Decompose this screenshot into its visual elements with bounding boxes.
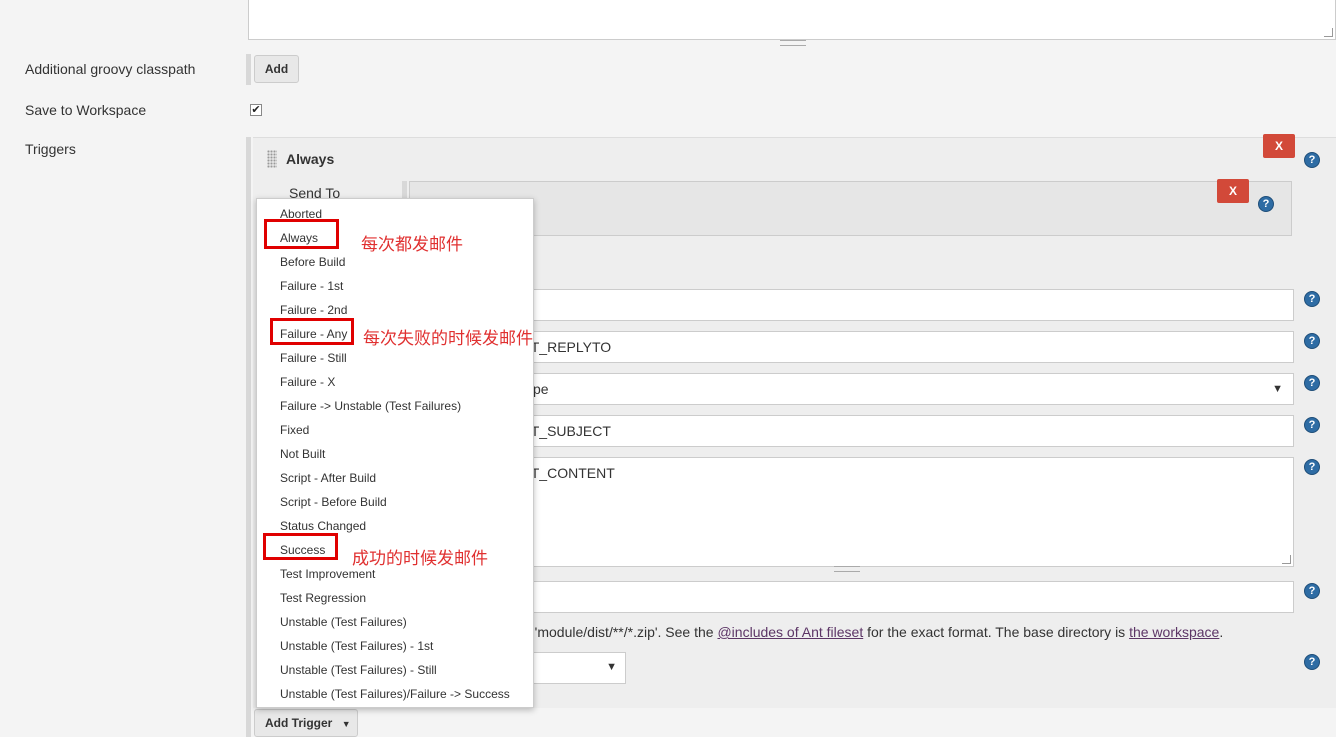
content-value: LT_CONTENT bbox=[524, 465, 615, 481]
menu-item-script-before-build[interactable]: Script - Before Build bbox=[280, 495, 387, 509]
menu-item-unstable-1st[interactable]: Unstable (Test Failures) - 1st bbox=[280, 639, 433, 653]
add-trigger-button[interactable]: Add Trigger ▼ bbox=[254, 709, 358, 737]
save-to-workspace-checkbox[interactable]: ✔ bbox=[250, 104, 262, 116]
reply-to-value: LT_REPLYTO bbox=[524, 339, 612, 355]
content-type-value: pe bbox=[533, 381, 549, 397]
content-type-select[interactable]: pe ▼ bbox=[520, 373, 1294, 405]
workspace-link[interactable]: the workspace bbox=[1129, 624, 1219, 640]
add-trigger-label: Add Trigger bbox=[265, 716, 333, 730]
save-to-workspace-label: Save to Workspace bbox=[25, 102, 147, 118]
send-to-recipient-panel bbox=[409, 181, 1292, 236]
menu-item-unstable-still[interactable]: Unstable (Test Failures) - Still bbox=[280, 663, 437, 677]
help-icon[interactable]: ? bbox=[1304, 152, 1320, 168]
additional-groovy-classpath-label: Additional groovy classpath bbox=[25, 61, 196, 77]
annotation-failure-any: 每次失败的时候发邮件 bbox=[363, 329, 533, 349]
menu-item-unstable-failure-success[interactable]: Unstable (Test Failures)/Failure -> Succ… bbox=[280, 687, 510, 701]
section-indicator-bar bbox=[246, 54, 251, 85]
textarea-drag-grip[interactable] bbox=[834, 566, 860, 572]
help-icon[interactable]: ? bbox=[1304, 333, 1320, 349]
attachments-help-text: e 'module/dist/**/*.zip'. See the @inclu… bbox=[523, 624, 1223, 640]
menu-item-fixed[interactable]: Fixed bbox=[280, 423, 309, 437]
annotation-success: 成功的时候发邮件 bbox=[352, 549, 488, 569]
menu-item-failure-still[interactable]: Failure - Still bbox=[280, 351, 347, 365]
highlight-box-always bbox=[264, 219, 339, 249]
drag-handle-icon[interactable] bbox=[267, 150, 277, 168]
menu-item-test-regression[interactable]: Test Regression bbox=[280, 591, 366, 605]
content-textarea[interactable]: LT_CONTENT bbox=[520, 457, 1294, 567]
trigger-title: Always bbox=[286, 151, 335, 167]
highlight-box-failure-any bbox=[270, 318, 354, 345]
chevron-down-icon: ▼ bbox=[606, 661, 617, 673]
menu-item-not-built[interactable]: Not Built bbox=[280, 447, 325, 461]
help-icon[interactable]: ? bbox=[1304, 583, 1320, 599]
subject-value: LT_SUBJECT bbox=[524, 423, 611, 439]
subject-input[interactable]: LT_SUBJECT bbox=[520, 415, 1294, 447]
attach-build-log-select[interactable]: ▼ bbox=[520, 652, 626, 684]
attachments-input[interactable] bbox=[520, 581, 1294, 613]
trigger-dropdown-menu: Aborted Always Before Build Failure - 1s… bbox=[256, 198, 534, 708]
triggers-label: Triggers bbox=[25, 141, 76, 157]
help-icon[interactable]: ? bbox=[1304, 654, 1320, 670]
recipient-list-input[interactable] bbox=[520, 289, 1294, 321]
groovy-script-textarea[interactable] bbox=[248, 0, 1336, 40]
highlight-box-success bbox=[263, 533, 338, 560]
menu-item-status-changed[interactable]: Status Changed bbox=[280, 519, 366, 533]
help-text-middle: for the exact format. The base directory… bbox=[863, 624, 1130, 640]
remove-trigger-button[interactable]: X bbox=[1263, 134, 1295, 158]
help-icon[interactable]: ? bbox=[1304, 459, 1320, 475]
help-icon[interactable]: ? bbox=[1304, 375, 1320, 391]
ant-fileset-link[interactable]: @includes of Ant fileset bbox=[717, 624, 863, 640]
resize-handle-icon[interactable] bbox=[1282, 555, 1291, 564]
menu-item-test-improvement[interactable]: Test Improvement bbox=[280, 567, 375, 581]
menu-item-failure-unstable[interactable]: Failure -> Unstable (Test Failures) bbox=[280, 399, 461, 413]
annotation-always: 每次都发邮件 bbox=[361, 235, 463, 255]
add-classpath-button[interactable]: Add bbox=[254, 55, 299, 83]
menu-item-before-build[interactable]: Before Build bbox=[280, 255, 345, 269]
help-icon[interactable]: ? bbox=[1258, 196, 1274, 212]
help-icon[interactable]: ? bbox=[1304, 417, 1320, 433]
section-indicator-bar bbox=[246, 137, 251, 737]
help-text-suffix: . bbox=[1219, 624, 1224, 640]
remove-recipient-button[interactable]: X bbox=[1217, 179, 1249, 203]
chevron-down-icon: ▼ bbox=[1272, 383, 1283, 395]
menu-item-unstable[interactable]: Unstable (Test Failures) bbox=[280, 615, 407, 629]
menu-item-failure-2nd[interactable]: Failure - 2nd bbox=[280, 303, 347, 317]
menu-item-failure-x[interactable]: Failure - X bbox=[280, 375, 335, 389]
help-icon[interactable]: ? bbox=[1304, 291, 1320, 307]
menu-item-failure-1st[interactable]: Failure - 1st bbox=[280, 279, 343, 293]
reply-to-input[interactable]: LT_REPLYTO bbox=[520, 331, 1294, 363]
resize-handle-icon[interactable] bbox=[1324, 28, 1333, 37]
help-text-prefix: e 'module/dist/**/*.zip'. See the bbox=[523, 624, 718, 640]
textarea-drag-grip[interactable] bbox=[780, 40, 806, 46]
menu-item-script-after-build[interactable]: Script - After Build bbox=[280, 471, 376, 485]
caret-down-icon: ▼ bbox=[341, 719, 351, 729]
